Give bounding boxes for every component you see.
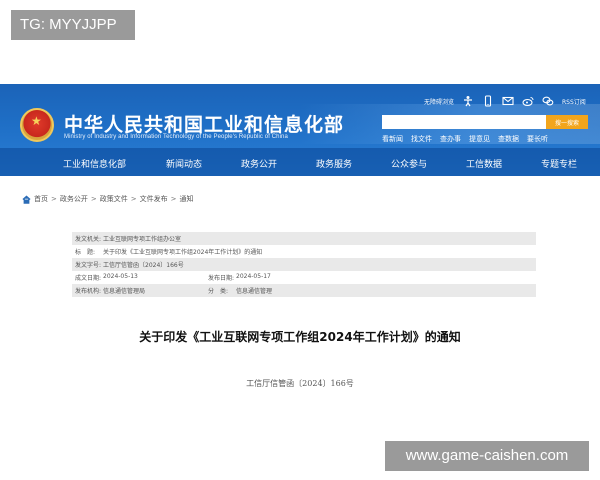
- site-subtitle: Ministry of Industry and Information Tec…: [64, 134, 288, 140]
- quick-link-listen[interactable]: 要长听: [527, 134, 548, 144]
- meta-row-issuer: 发文机关: 工业互联网专项工作组办公室: [72, 232, 536, 245]
- meta-row-org: 发布机构: 信息通信管理局 分 类: 信息通信管理: [72, 284, 536, 297]
- category-cell: 分 类: 信息通信管理: [208, 286, 272, 295]
- breadcrumb-separator: >: [90, 195, 97, 203]
- nav-item-data[interactable]: 工信数据: [466, 157, 502, 170]
- breadcrumb-file-release[interactable]: 文件发布: [140, 194, 168, 204]
- emblem-star-icon: ★: [31, 114, 42, 128]
- search-input[interactable]: [382, 115, 546, 129]
- quick-link-data[interactable]: 查数据: [498, 134, 519, 144]
- document-number: 工信厅信管函〔2024〕166号: [246, 379, 354, 388]
- weibo-icon[interactable]: [522, 95, 534, 107]
- breadcrumb: 首页 > 政务公开 > 政策文件 > 文件发布 > 通知: [22, 194, 194, 204]
- nav-item-news[interactable]: 新闻动态: [166, 157, 202, 170]
- top-utility-links: 无障碍浏览 RSS订阅: [424, 94, 586, 108]
- written-date-label: 成文日期:: [75, 275, 102, 282]
- breadcrumb-separator: >: [130, 195, 137, 203]
- document-title: 关于印发《工业互联网专项工作组2024年工作计划》的通知: [139, 330, 461, 344]
- tag-badge: TG: MYYJJPP: [11, 10, 135, 40]
- publishing-org-cell: 发布机构: 信息通信管理局: [75, 286, 208, 295]
- meta-row-doc-number: 发文字号: 工信厅信管函〔2024〕166号: [72, 258, 536, 271]
- written-date-cell: 成文日期: 2024-05-13: [75, 273, 208, 282]
- nav-item-gov-affairs[interactable]: 政务公开: [241, 157, 277, 170]
- doc-number-label: 发文字号:: [75, 262, 102, 269]
- breadcrumb-policy-files[interactable]: 政策文件: [100, 194, 128, 204]
- watermark-badge: www.game-caishen.com: [385, 441, 589, 471]
- publish-date-label: 发布日期:: [208, 275, 235, 282]
- doc-number-value: 工信厅信管函〔2024〕166号: [103, 262, 184, 269]
- search-button[interactable]: 搜一搜索: [546, 115, 588, 129]
- main-navigation: 工业和信息化部 新闻动态 政务公开 政务服务 公众参与 工信数据 专题专栏: [0, 148, 600, 176]
- nav-item-public-participation[interactable]: 公众参与: [391, 157, 427, 170]
- mobile-phone-icon[interactable]: [482, 95, 494, 107]
- mail-icon[interactable]: [502, 95, 514, 107]
- accessibility-icon[interactable]: [462, 95, 474, 107]
- publishing-org-label: 发布机构:: [75, 288, 102, 295]
- title-value: 关于印发《工业互联网专项工作组2024年工作计划》的通知: [103, 249, 263, 256]
- search-bar: 搜一搜索: [382, 115, 588, 129]
- publishing-org-value: 信息通信管理局: [103, 288, 146, 295]
- national-emblem-icon[interactable]: ★: [20, 108, 54, 142]
- category-label: 分 类:: [208, 288, 229, 295]
- quick-links: 看新闻 找文件 查办事 提意见 查数据 要长听: [382, 134, 548, 144]
- breadcrumb-notice[interactable]: 通知: [180, 194, 194, 204]
- document-metadata-table: 发文机关: 工业互联网专项工作组办公室 标 题: 关于印发《工业互联网专项工作组…: [72, 232, 536, 297]
- issuer-label: 发文机关:: [75, 236, 102, 243]
- home-icon[interactable]: [22, 195, 31, 204]
- quick-link-files[interactable]: 找文件: [411, 134, 432, 144]
- breadcrumb-home[interactable]: 首页: [34, 194, 48, 204]
- nav-item-gov-services[interactable]: 政务服务: [316, 157, 352, 170]
- title-label: 标 题:: [75, 249, 96, 256]
- quick-link-feedback[interactable]: 提意见: [469, 134, 490, 144]
- meta-row-dates: 成文日期: 2024-05-13 发布日期: 2024-05-17: [72, 271, 536, 284]
- breadcrumb-gov-affairs[interactable]: 政务公开: [60, 194, 88, 204]
- quick-link-news[interactable]: 看新闻: [382, 134, 403, 144]
- issuer-value: 工业互联网专项工作组办公室: [103, 236, 182, 243]
- publish-date-cell: 发布日期: 2024-05-17: [208, 273, 271, 282]
- site-title[interactable]: 中华人民共和国工业和信息化部: [64, 110, 344, 137]
- category-value: 信息通信管理: [236, 288, 273, 295]
- rss-link[interactable]: RSS订阅: [562, 97, 586, 106]
- nav-item-ministry[interactable]: 工业和信息化部: [63, 157, 126, 170]
- breadcrumb-separator: >: [51, 195, 57, 203]
- meta-row-title: 标 题: 关于印发《工业互联网专项工作组2024年工作计划》的通知: [72, 245, 536, 258]
- breadcrumb-separator: >: [170, 195, 177, 203]
- quick-link-services[interactable]: 查办事: [440, 134, 461, 144]
- accessibility-link[interactable]: 无障碍浏览: [424, 97, 454, 106]
- nav-item-special-topics[interactable]: 专题专栏: [541, 157, 577, 170]
- publish-date-value: 2024-05-17: [236, 273, 271, 280]
- written-date-value: 2024-05-13: [103, 273, 138, 280]
- wechat-icon[interactable]: [542, 95, 554, 107]
